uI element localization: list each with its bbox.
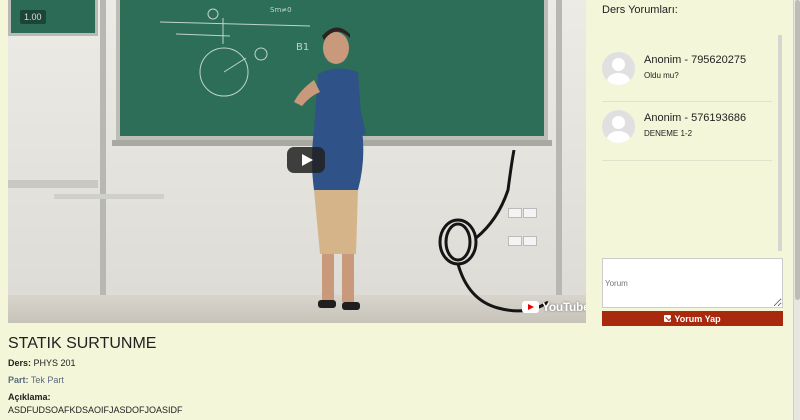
- cable-coil: [438, 150, 549, 313]
- part-value: Tek Part: [30, 375, 64, 385]
- play-button[interactable]: [287, 147, 325, 173]
- comments-list[interactable]: Anonim - 795620275 Oldu mu? Anonim - 576…: [596, 35, 782, 251]
- description-label: Açıklama:: [8, 392, 51, 402]
- board-rail-left: [100, 0, 106, 295]
- lesson-title: STATIK SURTUNME: [8, 335, 157, 352]
- youtube-logo[interactable]: YouTube: [522, 300, 586, 314]
- comment-input[interactable]: [602, 258, 783, 308]
- comment-text: Oldu mu?: [644, 71, 679, 80]
- comment-divider: [602, 160, 772, 161]
- comment-author: Anonim - 795620275: [644, 54, 747, 66]
- user-avatar-icon: [602, 52, 635, 85]
- submit-comment-button[interactable]: Yorum Yap: [602, 311, 783, 326]
- comment-author: Anonim - 576193686: [644, 112, 747, 124]
- description-heading: Açıklama:: [8, 392, 51, 402]
- edit-icon: [664, 315, 672, 322]
- marker-ledge: [54, 194, 164, 199]
- comment-divider: [602, 101, 772, 102]
- youtube-wordmark: YouTube: [542, 300, 586, 314]
- course-value: PHYS 201: [33, 358, 76, 368]
- user-avatar-icon: [602, 110, 635, 143]
- video-timestamp: 1.00: [20, 10, 46, 24]
- part-line: Part: Tek Part: [8, 375, 64, 385]
- part-label: Part:: [8, 375, 29, 385]
- wall-bar: [8, 180, 98, 188]
- video-player[interactable]: B1 Sm≠0 1.00 YouTube: [8, 0, 586, 323]
- course-line: Ders: PHYS 201: [8, 358, 76, 368]
- youtube-icon: [522, 301, 539, 313]
- course-label: Ders:: [8, 358, 32, 368]
- scrollbar-thumb[interactable]: [795, 0, 800, 300]
- submit-comment-label: Yorum Yap: [674, 313, 721, 324]
- page-scrollbar[interactable]: [793, 0, 800, 420]
- comments-title: Ders Yorumları:: [602, 4, 678, 16]
- comment-text: DENEME 1-2: [644, 129, 693, 138]
- description-text: ASDFUDSOAFKDSAOIFJASDOFJOASIDF: [8, 405, 183, 415]
